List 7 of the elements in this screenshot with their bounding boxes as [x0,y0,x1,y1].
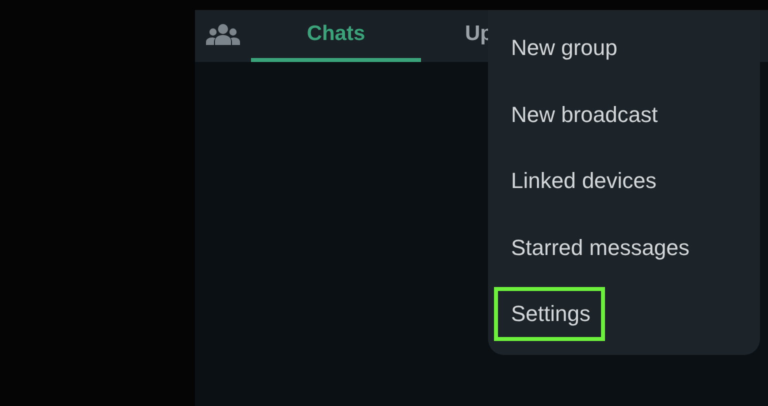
menu-item[interactable]: Linked devices [494,154,671,208]
tab[interactable]: Chats [251,10,421,62]
menu-item[interactable]: Settings [494,287,604,341]
menu-item[interactable]: Starred messages [494,220,704,274]
menu-item[interactable]: New broadcast [494,88,672,142]
menu-item[interactable]: New group [494,21,632,75]
community-icon [206,23,240,45]
